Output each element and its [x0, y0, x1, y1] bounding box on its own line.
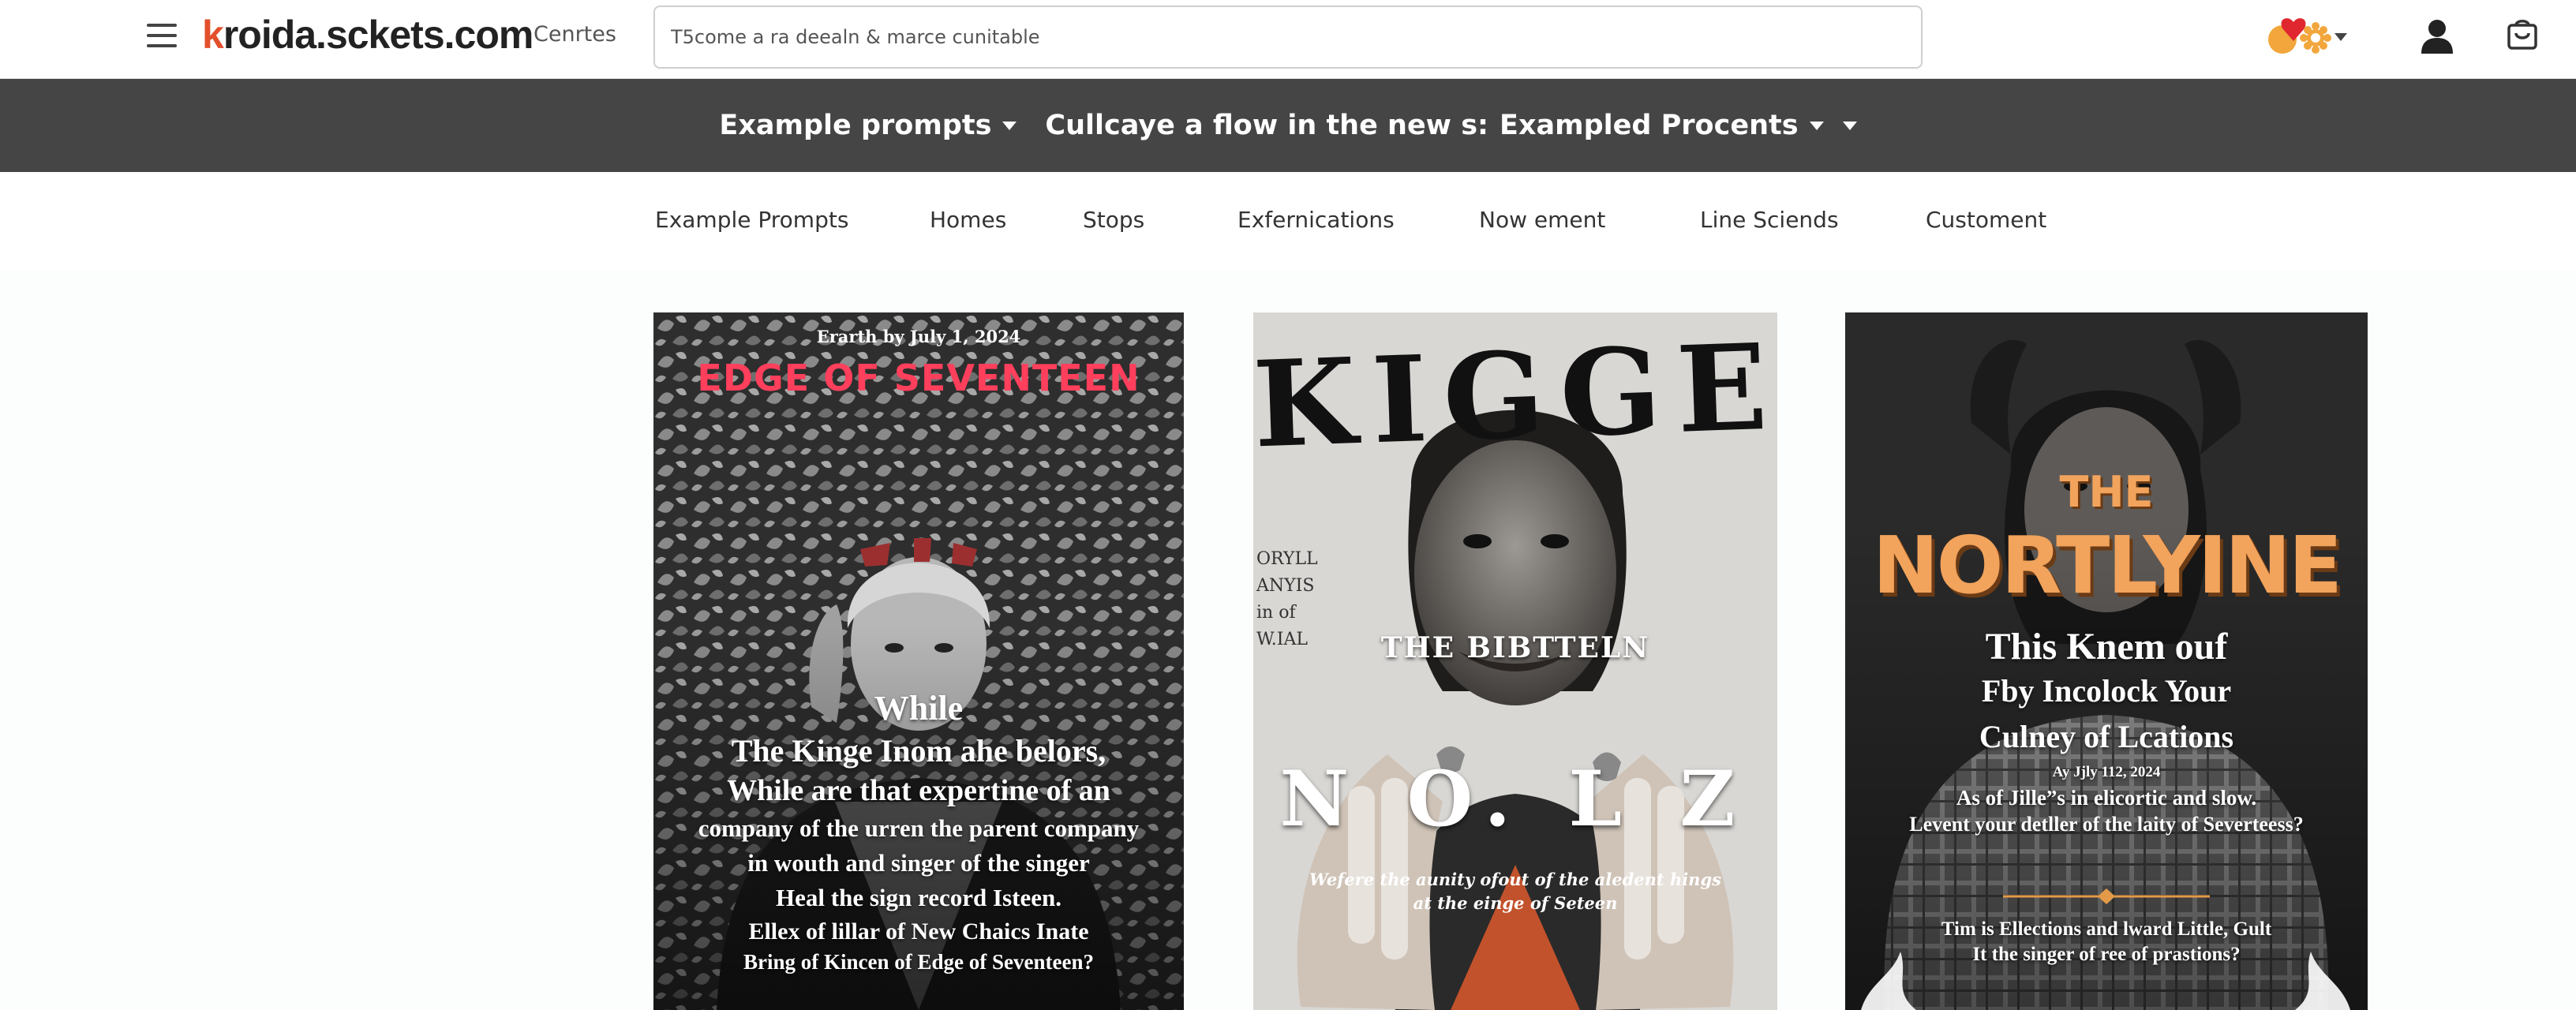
search-input[interactable] [653, 6, 1923, 69]
nav-item-homes[interactable]: Homes [930, 207, 1006, 233]
poster-line: It the singer of ree of prastions? [1972, 944, 2241, 965]
poster-masthead: KIGGEN [1253, 312, 1777, 475]
chevron-down-icon [1002, 121, 1017, 130]
poster-title: EDGE OF SEVENTEEN [697, 357, 1140, 399]
exampled-procents-dropdown[interactable]: Exampled Procents [1500, 110, 1857, 141]
nav-item-stops[interactable]: Stops [1083, 207, 1144, 233]
poster-card-kiggen[interactable]: KIGGEN ORYLL ANYIS in of W.IAL THE BIBTT… [1253, 312, 1777, 1010]
poster-line: company of the urren the parent company [698, 814, 1140, 842]
poster-line: Fby Incolock Your [1981, 673, 2232, 709]
poster-line: Heal the sign record Isteen. [776, 884, 1061, 911]
poster-line: This Knem ouf [1985, 626, 2228, 668]
hamburger-menu-icon[interactable] [147, 24, 177, 47]
exampled-procents-label: Exampled Procents [1500, 110, 1799, 141]
nav-item-example-prompts[interactable]: Example Prompts [655, 207, 848, 233]
poster-card-nortlyine[interactable]: THE NORTLYINE This Knem ouf Fby Incolock… [1845, 312, 2368, 1010]
poster-caption: at the einge of Seteen [1413, 893, 1618, 913]
user-account-icon[interactable] [2420, 17, 2454, 54]
example-prompts-dropdown[interactable]: Example prompts [719, 110, 1017, 141]
centres-link[interactable]: Cenrtes [534, 22, 616, 47]
logo-mark: k [202, 13, 224, 57]
notifications-icon[interactable] [2263, 16, 2350, 57]
side-line: ORYLL [1256, 549, 1318, 569]
poster-line: Levent your detller of the laity of Seve… [1909, 813, 2304, 836]
poster-big-title: N O. L Z [1279, 754, 1751, 844]
poster-caption: Wefere the aunity ofout of the aledent h… [1309, 870, 1721, 889]
flow-link[interactable]: Cullcaye a flow in the new s: [1045, 110, 1488, 141]
poster-line: Bring of Kincen of Edge of Seventeen? [743, 950, 1094, 974]
poster-card-edge-of-seventeen[interactable]: Erarth by July 1, 2024 EDGE OF SEVENTEEN… [653, 312, 1184, 1010]
poster-line: While [874, 689, 964, 728]
poster-line: While are that expertine of an [727, 774, 1110, 807]
poster-date: Erarth by July 1, 2024 [816, 327, 1021, 346]
example-prompts-label: Example prompts [719, 110, 992, 141]
nav-item-exfernications[interactable]: Exfernications [1237, 207, 1395, 233]
nav-item-now-ement[interactable]: Now ement [1479, 207, 1605, 233]
category-bar: Example prompts Cullcaye a flow in the n… [0, 79, 2576, 172]
chevron-down-icon [1842, 121, 1857, 130]
top-navigation-bar: k roida.sckets.com Cenrtes [0, 0, 2576, 79]
chevron-down-icon [1809, 121, 1824, 130]
poster-line: Ellex of lillar of New Chaics Inate [748, 918, 1089, 945]
poster-line: in wouth and singer of the singer [747, 849, 1090, 877]
nav-item-customent[interactable]: Customent [1926, 207, 2046, 233]
nav-item-line-sciends[interactable]: Line Sciends [1700, 207, 1839, 233]
poster-line: Culney of Lcations [1979, 719, 2234, 754]
poster-line: Tim is Ellections and lward Little, Gult [1941, 918, 2272, 940]
side-line: in of [1256, 603, 1296, 623]
site-logo[interactable]: k roida.sckets.com [202, 11, 534, 58]
secondary-navigation: Example Prompts Homes Stops Exfernicatio… [0, 172, 2576, 270]
poster-subtitle: THE BIBTTELN [1380, 631, 1650, 664]
flow-label: Cullcaye a flow in the new s: [1045, 110, 1489, 141]
poster-line: As of Jille”s in elicortic and slow. [1956, 786, 2257, 810]
shopping-bag-icon[interactable] [2507, 19, 2538, 50]
side-line: ANYIS [1256, 576, 1315, 596]
logo-text: roida.sckets.com [223, 13, 534, 57]
poster-title: NORTLYINE [1872, 519, 2342, 612]
poster-date: Ay Jjly 112, 2024 [2052, 764, 2161, 780]
poster-line: The Kinge Inom ahe belors, [731, 733, 1106, 769]
poster-pretitle: THE [2059, 467, 2154, 517]
